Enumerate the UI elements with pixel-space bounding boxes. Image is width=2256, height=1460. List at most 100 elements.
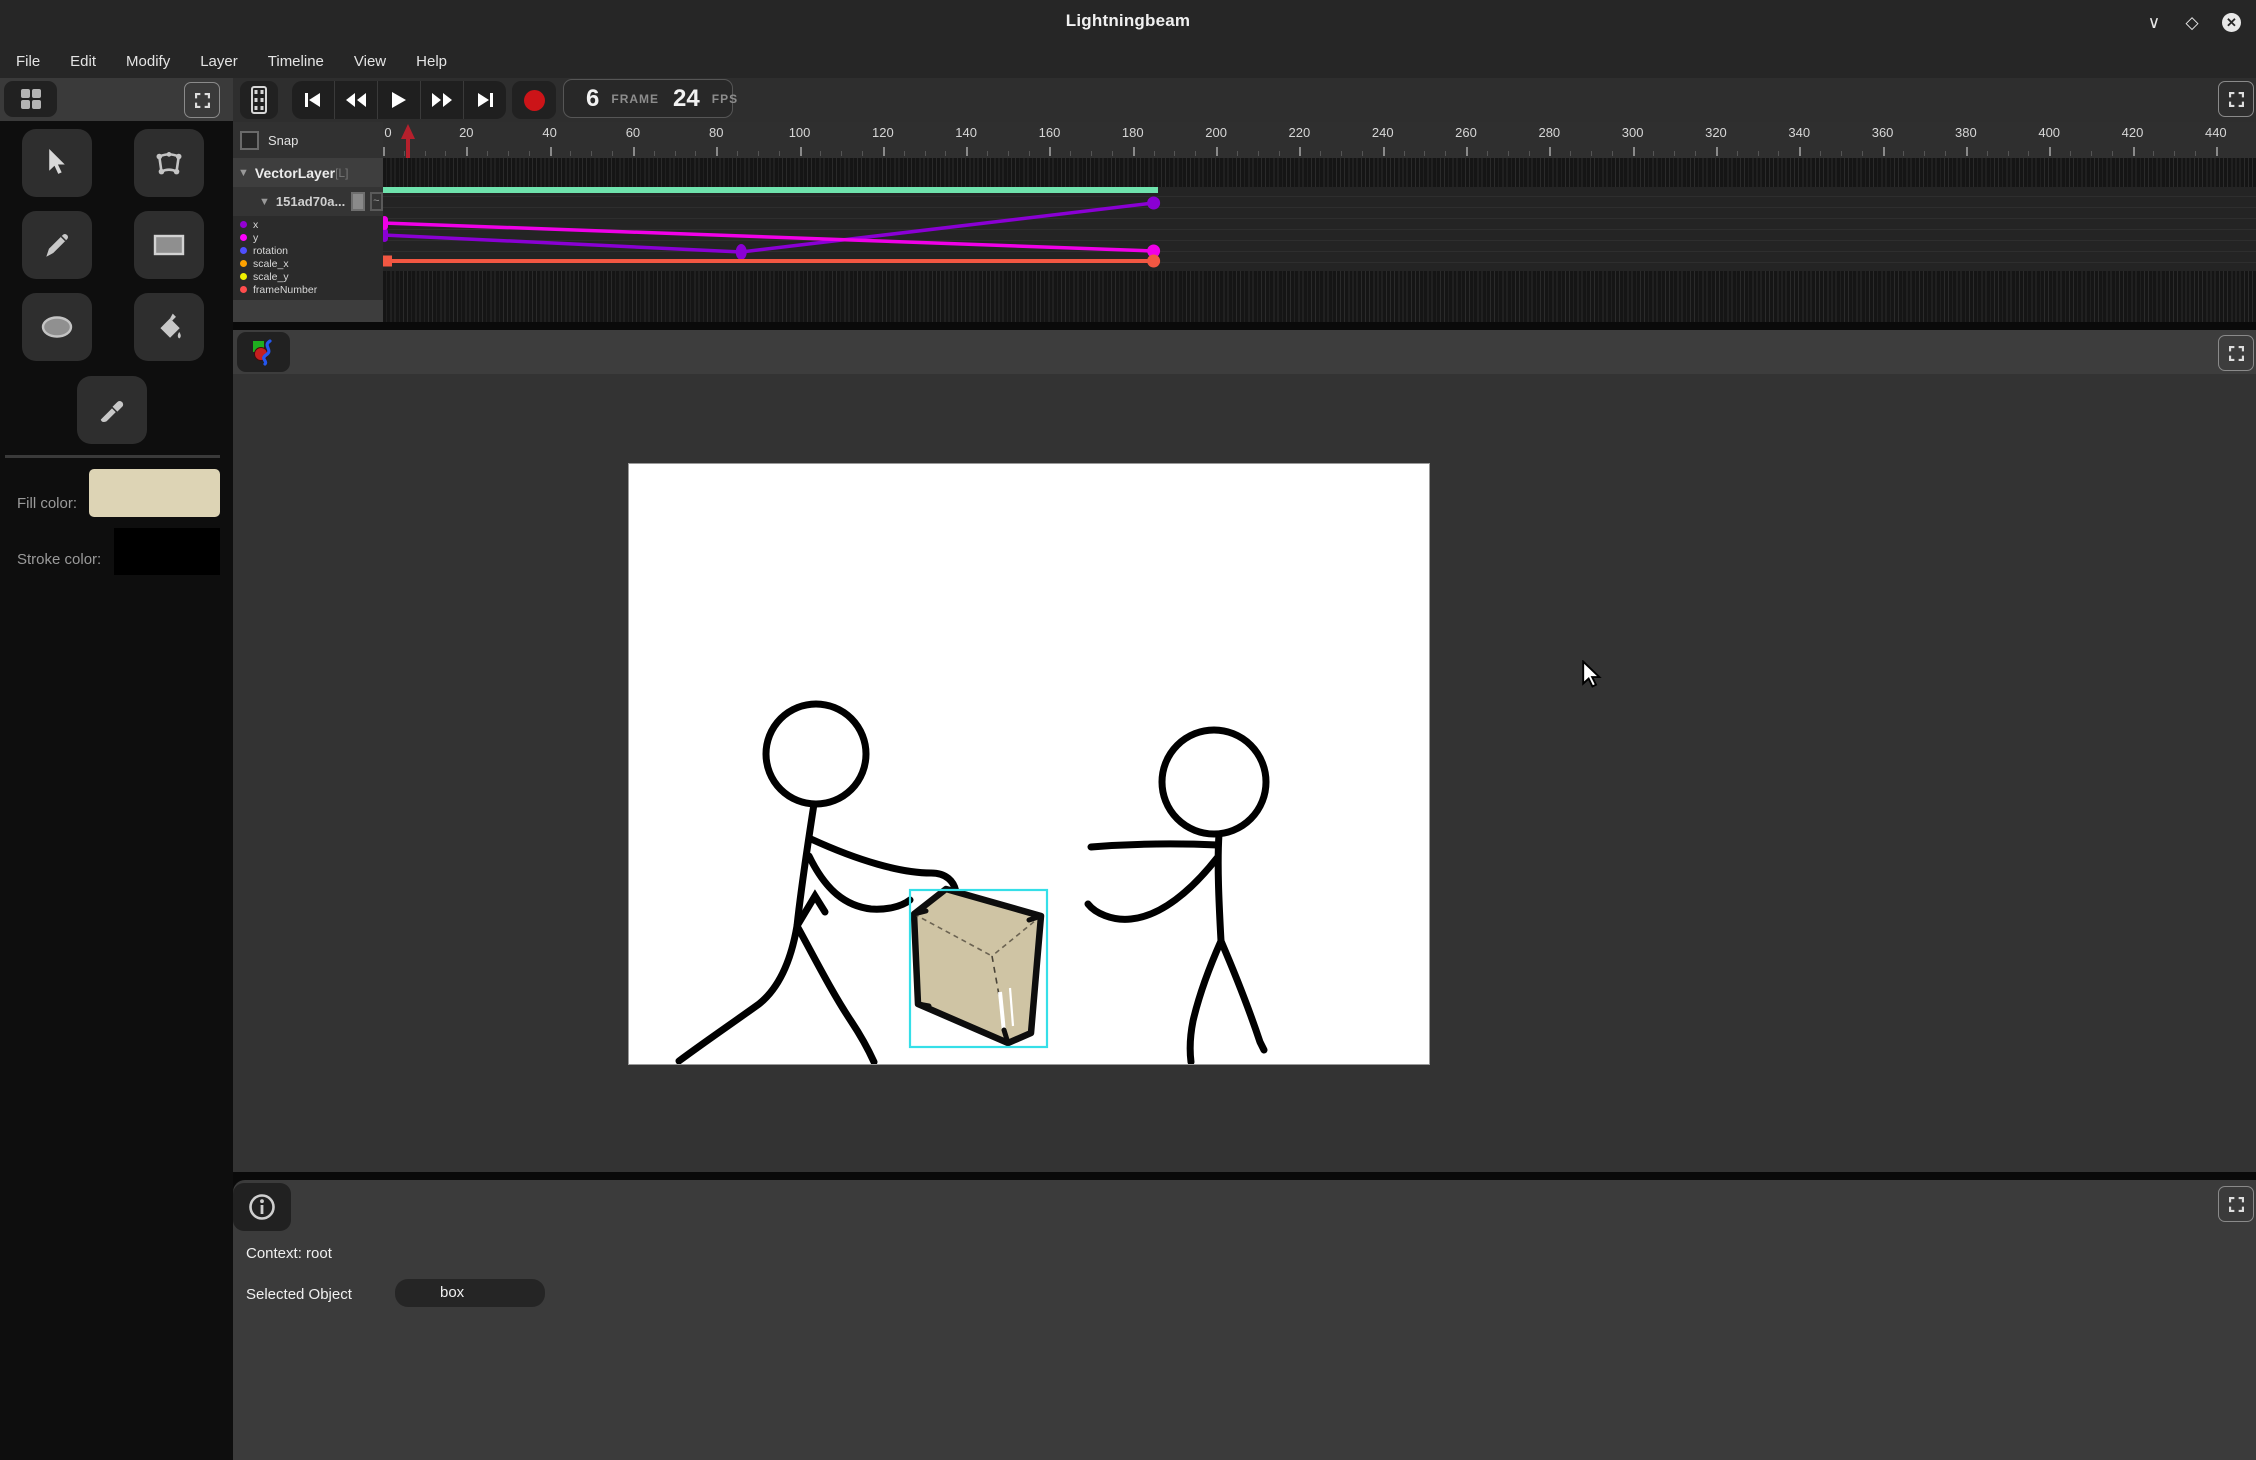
close-icon[interactable]: ✕ bbox=[2222, 13, 2241, 32]
property-label: rotation bbox=[253, 245, 288, 257]
menu-item-layer[interactable]: Layer bbox=[200, 53, 238, 70]
stroke-color-swatch[interactable] bbox=[114, 528, 220, 575]
tool-eyedropper-button[interactable] bbox=[77, 376, 147, 444]
snap-label: Snap bbox=[268, 133, 298, 148]
maximize-icon[interactable]: ◇ bbox=[2179, 10, 2205, 36]
ruler-tick bbox=[1049, 147, 1051, 156]
record-icon bbox=[524, 90, 545, 111]
rewind-button[interactable] bbox=[334, 81, 377, 119]
menu-item-edit[interactable]: Edit bbox=[70, 53, 96, 70]
keyframe-frameNumber[interactable] bbox=[1147, 255, 1160, 268]
property-row-scale_x[interactable]: scale_x bbox=[240, 257, 383, 270]
inspector-fullscreen-button[interactable] bbox=[2218, 1186, 2254, 1222]
ruler-tick bbox=[612, 151, 613, 156]
ruler-tick bbox=[591, 151, 592, 156]
keyframe-y[interactable] bbox=[383, 216, 388, 230]
tools-grid-button[interactable] bbox=[4, 81, 57, 117]
film-button[interactable] bbox=[240, 81, 278, 119]
sublayer-square-button[interactable] bbox=[351, 192, 364, 211]
ruler-label: 360 bbox=[1872, 125, 1894, 140]
skip-to-start-button[interactable] bbox=[292, 81, 334, 119]
snap-checkbox[interactable] bbox=[240, 131, 259, 150]
ruler-tick bbox=[550, 147, 552, 156]
pencil-icon bbox=[42, 230, 72, 260]
sublayer-row[interactable]: ▼ 151ad70a... ~ bbox=[233, 187, 383, 216]
stick-figure-right[interactable] bbox=[1088, 730, 1266, 1062]
ruler-tick bbox=[1154, 151, 1155, 156]
keyframe-x[interactable] bbox=[1147, 197, 1160, 210]
record-button[interactable] bbox=[512, 81, 556, 119]
animation-curves[interactable] bbox=[383, 158, 2256, 322]
sublayer-tilde-button[interactable]: ~ bbox=[370, 192, 383, 211]
ruler-tick bbox=[654, 151, 655, 156]
tool-pencil-button[interactable] bbox=[22, 211, 92, 279]
stage-fullscreen-button[interactable] bbox=[2218, 335, 2254, 371]
timeline-fullscreen-button[interactable] bbox=[2218, 81, 2254, 117]
keyframe-x[interactable] bbox=[383, 228, 388, 242]
play-button[interactable] bbox=[377, 81, 420, 119]
tools-fullscreen-button[interactable] bbox=[184, 82, 220, 118]
property-row-frameNumber[interactable]: frameNumber bbox=[240, 283, 383, 296]
keyframe-frameNumber[interactable] bbox=[383, 256, 392, 267]
ruler-tick bbox=[2153, 151, 2154, 156]
menu-item-timeline[interactable]: Timeline bbox=[268, 53, 324, 70]
box-object[interactable] bbox=[910, 889, 1047, 1047]
ruler-tick bbox=[425, 151, 426, 156]
timeline-frames[interactable] bbox=[383, 158, 2256, 322]
property-row-rotation[interactable]: rotation bbox=[240, 244, 383, 257]
menu-item-file[interactable]: File bbox=[16, 53, 40, 70]
sublayer-caret-icon[interactable]: ▼ bbox=[259, 196, 270, 208]
ruler-tick bbox=[2195, 151, 2196, 156]
fill-color-label: Fill color: bbox=[17, 495, 77, 512]
ruler-label: 160 bbox=[1039, 125, 1061, 140]
tool-transform-button[interactable] bbox=[134, 129, 204, 197]
tool-select-button[interactable] bbox=[22, 129, 92, 197]
ruler-tick bbox=[1070, 151, 1071, 156]
tool-ellipse-button[interactable] bbox=[22, 293, 92, 361]
ruler-tick bbox=[1174, 151, 1175, 156]
property-color-dot bbox=[240, 221, 247, 228]
stick-figure-left[interactable] bbox=[679, 704, 956, 1062]
minimize-icon[interactable]: ∨ bbox=[2141, 10, 2167, 36]
drawing-canvas[interactable] bbox=[628, 463, 1430, 1065]
ruler-tick bbox=[2049, 147, 2051, 156]
curve-y[interactable] bbox=[383, 223, 1154, 251]
layer-row[interactable]: ▼ VectorLayer [L] bbox=[233, 158, 383, 187]
select-arrow-icon bbox=[44, 149, 70, 177]
frame-label: FRAME bbox=[611, 92, 659, 106]
selected-object-input[interactable]: box bbox=[395, 1279, 545, 1307]
playhead[interactable] bbox=[398, 123, 418, 159]
ruler-tick bbox=[445, 151, 446, 156]
ruler-tick bbox=[1195, 151, 1196, 156]
layer-caret-icon[interactable]: ▼ bbox=[238, 167, 249, 179]
ruler-label: 80 bbox=[709, 125, 723, 140]
menu-item-view[interactable]: View bbox=[354, 53, 386, 70]
info-button[interactable] bbox=[233, 1183, 291, 1231]
timeline-ruler[interactable]: 0204060801001201401601802002202402602803… bbox=[383, 122, 2256, 158]
property-color-dot bbox=[240, 234, 247, 241]
ruler-label: 220 bbox=[1289, 125, 1311, 140]
tool-rectangle-button[interactable] bbox=[134, 211, 204, 279]
property-row-scale_y[interactable]: scale_y bbox=[240, 270, 383, 283]
ruler-tick bbox=[1362, 151, 1363, 156]
stage-logo-button[interactable] bbox=[237, 332, 290, 372]
fill-color-swatch[interactable] bbox=[89, 469, 220, 517]
fps-label: FPS bbox=[712, 92, 738, 106]
timeline-toolbar: 6 FRAME 24 FPS bbox=[233, 78, 2256, 122]
menu-item-modify[interactable]: Modify bbox=[126, 53, 170, 70]
property-list: xyrotationscale_xscale_yframeNumber bbox=[233, 218, 383, 296]
ruler-tick bbox=[1133, 147, 1135, 156]
tool-paint-bucket-button[interactable] bbox=[134, 293, 204, 361]
property-row-x[interactable]: x bbox=[240, 218, 383, 231]
fast-forward-button[interactable] bbox=[420, 81, 463, 119]
ruler-tick bbox=[2133, 147, 2135, 156]
ruler-tick bbox=[466, 147, 468, 156]
ruler-label: 40 bbox=[542, 125, 556, 140]
ruler-tick bbox=[1008, 151, 1009, 156]
ruler-tick bbox=[1466, 147, 1468, 156]
ruler-tick bbox=[1279, 151, 1280, 156]
property-row-y[interactable]: y bbox=[240, 231, 383, 244]
menu-item-help[interactable]: Help bbox=[416, 53, 447, 70]
skip-to-end-button[interactable] bbox=[463, 81, 506, 119]
keyframe-x[interactable] bbox=[736, 244, 747, 260]
